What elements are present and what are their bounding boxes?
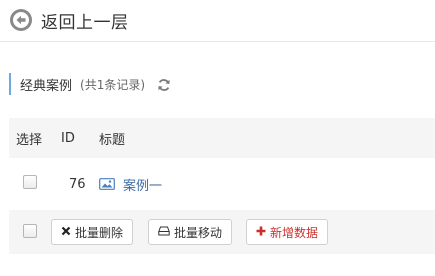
row-id: 76 — [69, 176, 86, 192]
column-header-id: ID — [61, 130, 75, 146]
drive-icon — [158, 225, 170, 239]
column-header-title: 标题 — [99, 132, 126, 148]
image-icon — [99, 178, 115, 190]
row-checkbox[interactable] — [23, 175, 37, 189]
record-count: (共1条记录) — [80, 77, 146, 92]
arrow-left-circle-icon — [9, 8, 33, 32]
plus-icon — [256, 225, 266, 239]
back-button[interactable]: 返回上一层 — [9, 8, 129, 33]
batch-delete-label: 批量删除 — [75, 225, 124, 240]
data-table: 选择 ID 标题 76 案例一 批量删除 批量移动 新增数据 — [9, 118, 435, 254]
row-title-link[interactable]: 案例一 — [99, 175, 162, 194]
refresh-icon[interactable] — [157, 77, 171, 91]
section-header: 经典案例 (共1条记录) — [9, 73, 171, 95]
add-data-label: 新增数据 — [270, 225, 319, 240]
batch-move-button[interactable]: 批量移动 — [148, 219, 233, 245]
table-row: 76 案例一 — [9, 158, 435, 210]
back-label: 返回上一层 — [41, 12, 129, 33]
row-select-cell — [9, 175, 53, 193]
select-all-checkbox[interactable] — [23, 223, 37, 238]
table-header: 选择 ID 标题 — [9, 118, 435, 158]
batch-move-label: 批量移动 — [174, 225, 223, 240]
batch-actions-bar: 批量删除 批量移动 新增数据 — [9, 210, 435, 254]
row-title: 案例一 — [123, 178, 163, 194]
select-all-cell — [9, 223, 51, 242]
batch-delete-button[interactable]: 批量删除 — [51, 219, 134, 245]
close-icon — [61, 225, 71, 239]
section-title: 经典案例 — [20, 78, 73, 94]
column-header-select: 选择 — [16, 132, 43, 148]
top-bar: 返回上一层 — [0, 0, 435, 42]
add-data-button[interactable]: 新增数据 — [246, 219, 329, 245]
